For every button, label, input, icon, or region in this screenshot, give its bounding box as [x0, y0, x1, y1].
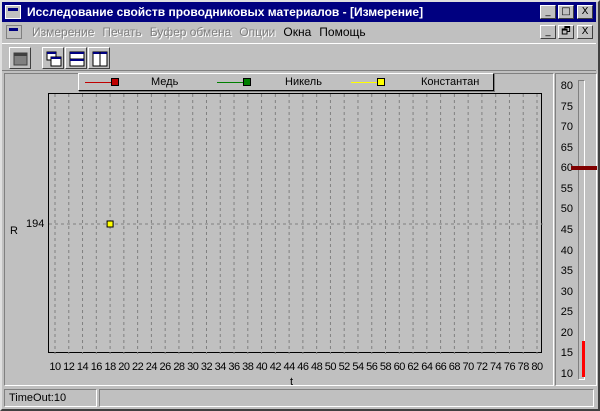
x-tick-label: 46: [297, 361, 309, 373]
legend-marker-constantan: [377, 78, 385, 86]
tile-vertical-icon: [92, 51, 108, 67]
gauge-tick-label: 75: [560, 100, 573, 113]
gauge-tick-label: 70: [560, 121, 573, 134]
x-tick-label: 10: [49, 361, 61, 373]
x-tick-label: 18: [104, 361, 116, 373]
plot-svg: [49, 94, 543, 354]
toolbar: [2, 43, 596, 71]
x-tick-label: 66: [434, 361, 447, 373]
x-tick-label: 44: [283, 361, 295, 373]
x-tick-label: 50: [324, 361, 337, 373]
menu-windows[interactable]: Окна: [279, 25, 315, 39]
x-tick-label: 30: [187, 361, 199, 373]
mdi-close-button[interactable]: X: [577, 25, 593, 39]
maximize-button[interactable]: □: [558, 5, 574, 19]
x-tick-label: 48: [311, 361, 323, 373]
gauge-tick-label: 10: [560, 368, 573, 380]
x-tick-label: 20: [118, 361, 130, 373]
window-button[interactable]: [9, 47, 31, 69]
gauge-tick-label: 40: [560, 244, 573, 257]
mdi-restore-button[interactable]: 🗗: [558, 25, 574, 39]
x-tick-label: 58: [379, 361, 392, 373]
x-tick-label: 76: [503, 361, 516, 373]
x-tick-label: 72: [476, 361, 488, 373]
gauge-tick-label: 50: [560, 203, 573, 216]
gauge-tick-label: 45: [560, 224, 573, 236]
gauge-tick-label: 55: [560, 182, 573, 195]
window-title: Исследование свойств проводниковых матер…: [27, 5, 424, 19]
y-axis-tick: 194: [26, 218, 45, 230]
x-tick-label: 14: [76, 361, 89, 373]
minimize-button[interactable]: _: [540, 5, 556, 19]
x-tick-label: 80: [531, 361, 543, 373]
x-axis-label: t: [290, 376, 294, 388]
gauge-tick-label: 65: [560, 141, 573, 154]
gauge-tick-label: 80: [560, 80, 573, 92]
tile-horizontal-icon: [69, 51, 85, 67]
x-tick-label: 38: [242, 361, 254, 373]
x-tick-label: 52: [338, 361, 351, 373]
x-tick-label: 22: [132, 361, 144, 373]
close-button[interactable]: X: [577, 5, 593, 19]
x-tick-label: 60: [393, 361, 406, 373]
x-tick-label: 64: [421, 361, 433, 373]
x-tick-label: 56: [366, 361, 378, 373]
status-bar: TimeOut:10: [2, 389, 596, 407]
status-timeout: TimeOut:10: [4, 389, 97, 407]
x-tick-label: 24: [145, 361, 158, 373]
x-tick-label: 68: [448, 361, 461, 373]
menu-bar: Измерение Печать Буфер обмена Опции Окна…: [2, 23, 596, 41]
legend-label-constantan: Константан: [421, 76, 480, 88]
gauge-track: [578, 80, 585, 380]
tile-vertical-button[interactable]: [88, 47, 110, 69]
cascade-button[interactable]: [42, 47, 64, 69]
menu-clipboard[interactable]: Буфер обмена: [146, 25, 236, 39]
title-bar[interactable]: Исследование свойств проводниковых матер…: [2, 2, 596, 22]
gauge-tick-label: 20: [560, 326, 573, 339]
cascade-icon: [46, 51, 62, 67]
status-panel: [99, 389, 594, 407]
mdi-minimize-button[interactable]: _: [540, 25, 556, 39]
gauge-tick-label: 25: [560, 306, 573, 319]
legend-marker-copper: [111, 78, 119, 86]
menu-print[interactable]: Печать: [98, 25, 145, 39]
document-icon[interactable]: [6, 25, 22, 39]
x-tick-label: 12: [63, 361, 75, 373]
x-tick-label: 36: [228, 361, 240, 373]
gauge-tick-label: 30: [560, 285, 573, 298]
legend-label-copper: Медь: [151, 76, 179, 88]
x-tick-label: 34: [214, 361, 227, 373]
data-point: [106, 220, 114, 228]
y-axis-label: R: [10, 225, 18, 237]
x-tick-label: 28: [173, 361, 185, 373]
legend-label-nickel: Никель: [285, 76, 322, 88]
x-tick-label: 78: [517, 361, 530, 373]
x-tick-label: 74: [490, 361, 502, 373]
gauge-tick-label: 35: [560, 265, 573, 278]
menu-measurement[interactable]: Измерение: [28, 25, 98, 39]
gauge-setpoint-marker[interactable]: [571, 166, 597, 171]
tile-horizontal-button[interactable]: [65, 47, 87, 69]
gauge-tick-label: 15: [560, 347, 573, 360]
x-tick-label: 40: [255, 361, 268, 373]
legend-marker-nickel: [243, 78, 251, 86]
plot-area: [48, 93, 543, 354]
gauge-fill: [582, 341, 585, 377]
x-tick-label: 16: [90, 361, 103, 373]
chart-legend: Медь Никель Константан: [78, 73, 494, 91]
menu-help[interactable]: Помощь: [315, 25, 369, 39]
x-tick-label: 62: [407, 361, 419, 373]
x-tick-label: 54: [352, 361, 364, 373]
window-icon: [13, 52, 28, 66]
x-tick-label: 32: [200, 361, 213, 373]
x-tick-label: 42: [269, 361, 282, 373]
x-tick-label: 26: [159, 361, 172, 373]
menu-options[interactable]: Опции: [235, 25, 279, 39]
x-tick-label: 70: [462, 361, 475, 373]
app-icon[interactable]: [5, 5, 21, 19]
